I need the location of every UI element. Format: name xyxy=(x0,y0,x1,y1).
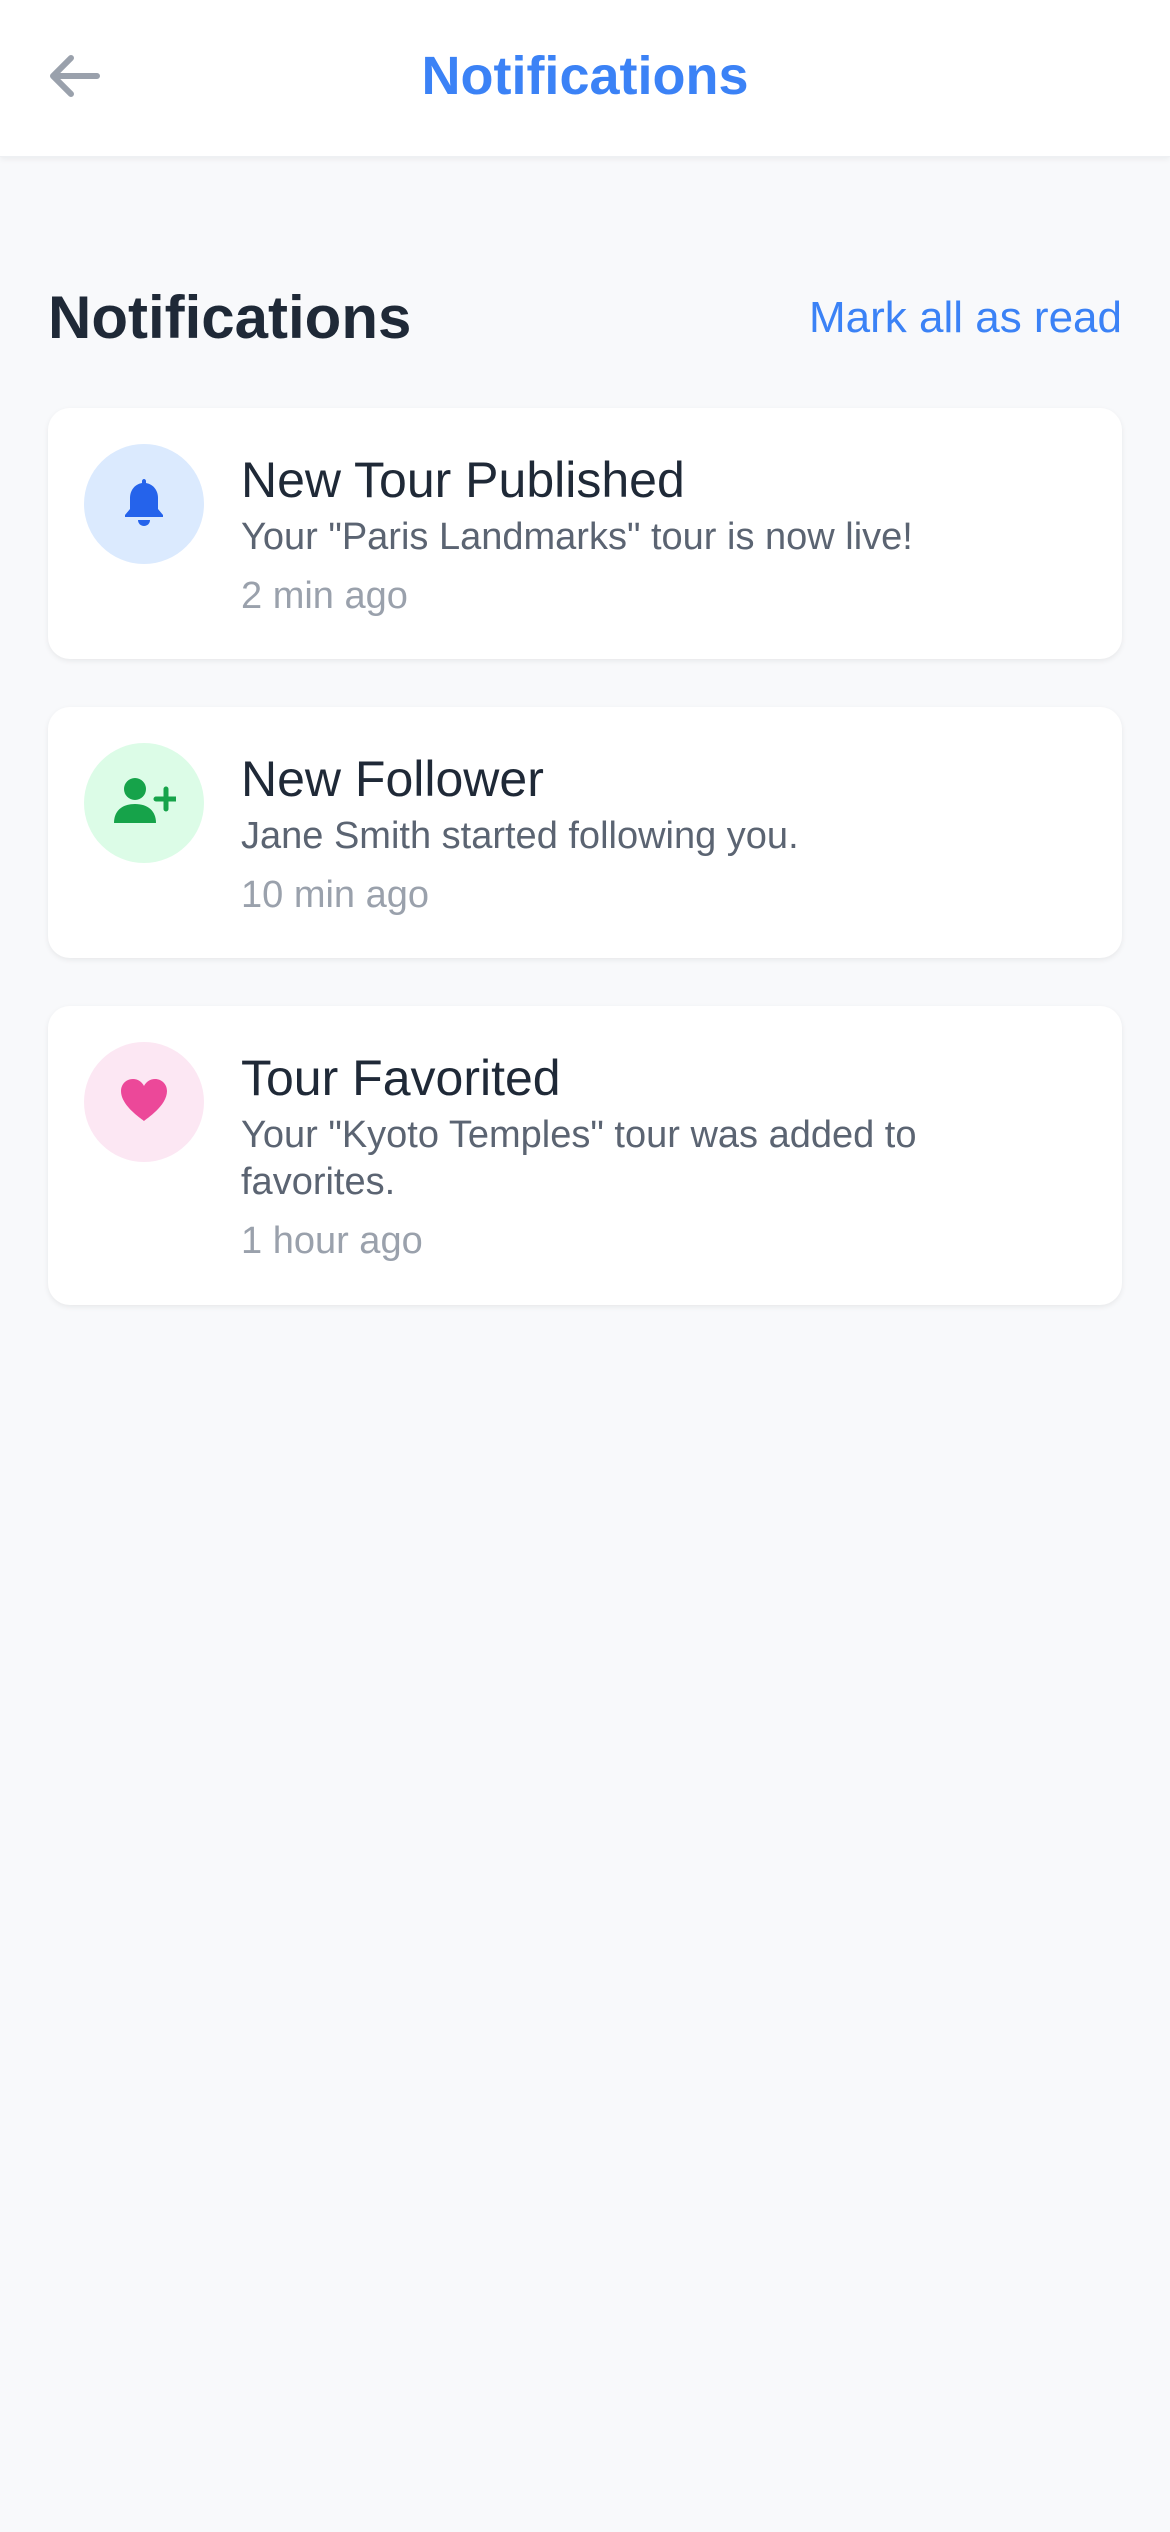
bell-icon xyxy=(120,476,168,533)
notification-title: New Tour Published xyxy=(241,452,685,508)
notification-message: Jane Smith started following you. xyxy=(241,815,799,857)
notification-card[interactable]: New Follower Jane Smith started followin… xyxy=(48,707,1122,958)
top-app-bar: Notifications xyxy=(0,0,1170,157)
user-plus-icon xyxy=(112,775,179,832)
notification-timestamp: 2 min ago xyxy=(241,575,408,617)
notification-card[interactable]: New Tour Published Your "Paris Landmarks… xyxy=(48,408,1122,659)
notification-content: Tour Favorited Your "Kyoto Temples" tour… xyxy=(241,1048,1081,1265)
notification-message: Your "Paris Landmarks" tour is now live! xyxy=(241,516,913,558)
notification-content: New Follower Jane Smith started followin… xyxy=(241,749,1081,919)
notification-title: New Follower xyxy=(241,751,544,807)
notification-card[interactable]: Tour Favorited Your "Kyoto Temples" tour… xyxy=(48,1006,1122,1305)
notification-icon-badge xyxy=(84,444,204,564)
notification-icon-badge xyxy=(84,743,204,863)
mark-all-read-button[interactable]: Mark all as read xyxy=(809,288,1122,348)
notifications-screen: Notifications Notifications Mark all as … xyxy=(0,0,1170,2532)
app-bar-title: Notifications xyxy=(421,46,749,106)
section-header: Notifications Mark all as read xyxy=(48,157,1122,408)
section-title: Notifications xyxy=(48,284,412,351)
notification-message: Your "Kyoto Temples" tour was added to f… xyxy=(241,1114,917,1203)
notification-icon-badge xyxy=(84,1042,204,1162)
main-content: Notifications Mark all as read New Tour … xyxy=(48,157,1122,1353)
notification-content: New Tour Published Your "Paris Landmarks… xyxy=(241,450,1081,620)
notification-timestamp: 10 min ago xyxy=(241,874,430,916)
notification-title: Tour Favorited xyxy=(241,1050,561,1106)
notification-timestamp: 1 hour ago xyxy=(241,1220,423,1262)
heart-icon xyxy=(118,1077,170,1128)
